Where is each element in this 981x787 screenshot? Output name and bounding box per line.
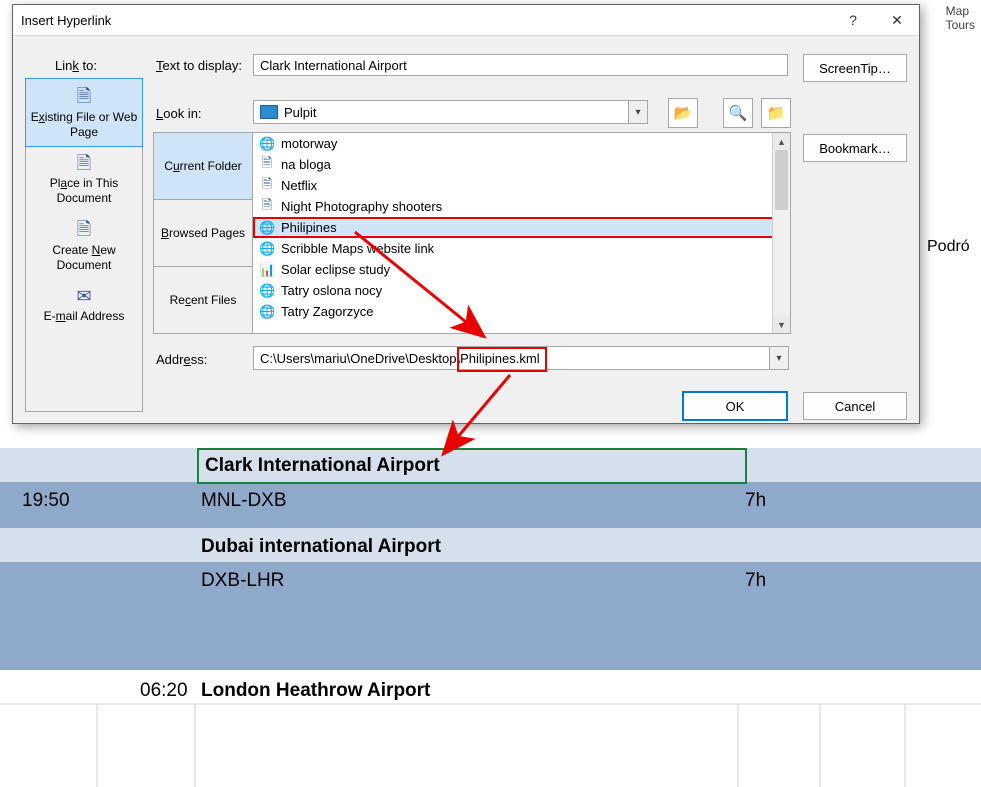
sheet-band [0, 528, 981, 562]
link-to-option-label: Existing File or Web Page [30, 110, 138, 140]
file-name: Netflix [281, 178, 317, 193]
cancel-button[interactable]: Cancel [803, 392, 907, 420]
file-icon: 🌐 [259, 304, 275, 320]
sheet-band [0, 482, 981, 528]
cell-route[interactable]: MNL-DXB [201, 490, 287, 512]
browser-tab-2[interactable]: Recent Files [154, 267, 252, 333]
file-list-item[interactable]: 🗎 na bloga [253, 154, 790, 175]
ribbon-map-label: Map [946, 4, 975, 18]
file-list-item[interactable]: 🌐 Tatry Zagorzyce [253, 301, 790, 322]
file-name: Philipines [281, 220, 337, 235]
address-combo[interactable]: C:\Users\mariu\OneDrive\Desktop\Philipin… [253, 346, 789, 370]
selected-cell[interactable]: Clark International Airport [197, 448, 747, 484]
file-icon: 🗎 [259, 175, 275, 197]
look-in-value: Pulpit [284, 105, 628, 120]
file-name: na bloga [281, 157, 331, 172]
link-to-option-label: E-mail Address [44, 309, 125, 324]
scrollbar[interactable]: ▲ ▼ [772, 133, 790, 333]
address-label: Address: [156, 352, 207, 367]
file-name: Scribble Maps website link [281, 241, 434, 256]
link-to-label: Link to: [55, 58, 97, 73]
file-icon: 🌐 [259, 283, 275, 299]
text-to-display-input[interactable] [253, 54, 788, 76]
link-to-option-3[interactable]: ✉E-mail Address [26, 279, 142, 331]
link-to-option-label: Create New Document [30, 243, 138, 273]
browse-file-button[interactable]: 📁 [761, 98, 791, 128]
link-to-panel: 🗎Existing File or Web Page🗎Place in This… [25, 78, 143, 412]
browse-web-button[interactable]: 🔍 [723, 98, 753, 128]
file-icon: 🗎 [259, 196, 275, 218]
link-to-option-icon: ✉ [76, 285, 91, 308]
browser-tab-0[interactable]: Current Folder [154, 133, 252, 200]
file-name: Tatry Zagorzyce [281, 304, 373, 319]
file-name: motorway [281, 136, 337, 151]
scroll-down-icon[interactable]: ▼ [773, 316, 790, 333]
chevron-down-icon[interactable]: ▾ [769, 347, 788, 369]
cell-duration[interactable]: 7h [745, 490, 766, 512]
ok-button[interactable]: OK [683, 392, 787, 420]
file-name: Tatry oslona nocy [281, 283, 382, 298]
link-to-option-icon: 🗎 [77, 218, 91, 241]
cell-time[interactable]: 06:20 [140, 680, 188, 702]
side-text: Podró [927, 238, 970, 256]
bookmark-button[interactable]: Bookmark… [803, 134, 907, 162]
insert-hyperlink-dialog: Insert Hyperlink ? ✕ Link to: 🗎Existing … [12, 4, 920, 424]
file-list-item[interactable]: 🗎 Night Photography shooters [253, 196, 790, 217]
cell-airport[interactable]: London Heathrow Airport [201, 680, 430, 702]
link-to-option-label: Place in This Document [30, 176, 138, 206]
file-icon: 🌐 [259, 136, 275, 152]
help-button[interactable]: ? [831, 5, 875, 35]
browser-tab-1[interactable]: Browsed Pages [154, 200, 252, 267]
sheet-band [0, 562, 981, 670]
scroll-thumb[interactable] [775, 150, 788, 210]
file-name: Solar eclipse study [281, 262, 390, 277]
cell-time[interactable]: 19:50 [22, 490, 70, 512]
file-icon: 📊 [259, 262, 275, 278]
link-to-option-1[interactable]: 🗎Place in This Document [26, 146, 142, 213]
file-icon: 🗎 [259, 154, 275, 176]
link-to-option-0[interactable]: 🗎Existing File or Web Page [25, 78, 143, 147]
link-to-option-icon: 🗎 [77, 152, 91, 175]
file-icon: 🌐 [259, 241, 275, 257]
file-list-item[interactable]: 📊 Solar eclipse study [253, 259, 790, 280]
cell-route[interactable]: DXB-LHR [201, 570, 284, 592]
file-list-item[interactable]: 🗎 Netflix [253, 175, 790, 196]
ribbon-remnant: Map Tours [946, 4, 975, 32]
look-in-combo[interactable]: Pulpit ▾ [253, 100, 648, 124]
text-to-display-label: Text to display: [156, 58, 242, 73]
address-value: C:\Users\mariu\OneDrive\Desktop\Philipin… [254, 351, 769, 366]
file-list-item[interactable]: 🌐 motorway [253, 133, 790, 154]
dialog-titlebar: Insert Hyperlink ? ✕ [13, 5, 919, 36]
close-button[interactable]: ✕ [875, 5, 919, 35]
ribbon-tours-label: Tours [946, 18, 975, 32]
file-name: Night Photography shooters [281, 199, 442, 214]
file-list-item[interactable]: 🌐 Scribble Maps website link [253, 238, 790, 259]
cell-duration[interactable]: 7h [745, 570, 766, 592]
look-in-label: Look in: [156, 106, 202, 121]
scroll-up-icon[interactable]: ▲ [773, 133, 790, 150]
link-to-option-2[interactable]: 🗎Create New Document [26, 212, 142, 279]
dialog-title: Insert Hyperlink [13, 13, 111, 28]
browser-tabs: Current FolderBrowsed PagesRecent Files [154, 133, 253, 333]
file-list[interactable]: 🌐 motorway 🗎 na bloga 🗎 Netflix 🗎 Night Photogr… [253, 133, 790, 333]
folder-icon [260, 105, 278, 119]
file-browser: Current FolderBrowsed PagesRecent Files … [153, 132, 791, 334]
dialog-body: Link to: 🗎Existing File or Web Page🗎Plac… [13, 36, 919, 424]
chevron-down-icon[interactable]: ▾ [628, 101, 647, 123]
screentip-button[interactable]: ScreenTip… [803, 54, 907, 82]
file-list-item[interactable]: 🌐 Philipines [253, 217, 790, 238]
file-icon: 🌐 [259, 220, 275, 236]
file-list-item[interactable]: 🌐 Tatry oslona nocy [253, 280, 790, 301]
up-one-level-button[interactable]: 📂 [668, 98, 698, 128]
link-to-option-icon: 🗎 [77, 85, 91, 108]
cell-airport[interactable]: Dubai international Airport [201, 536, 441, 558]
